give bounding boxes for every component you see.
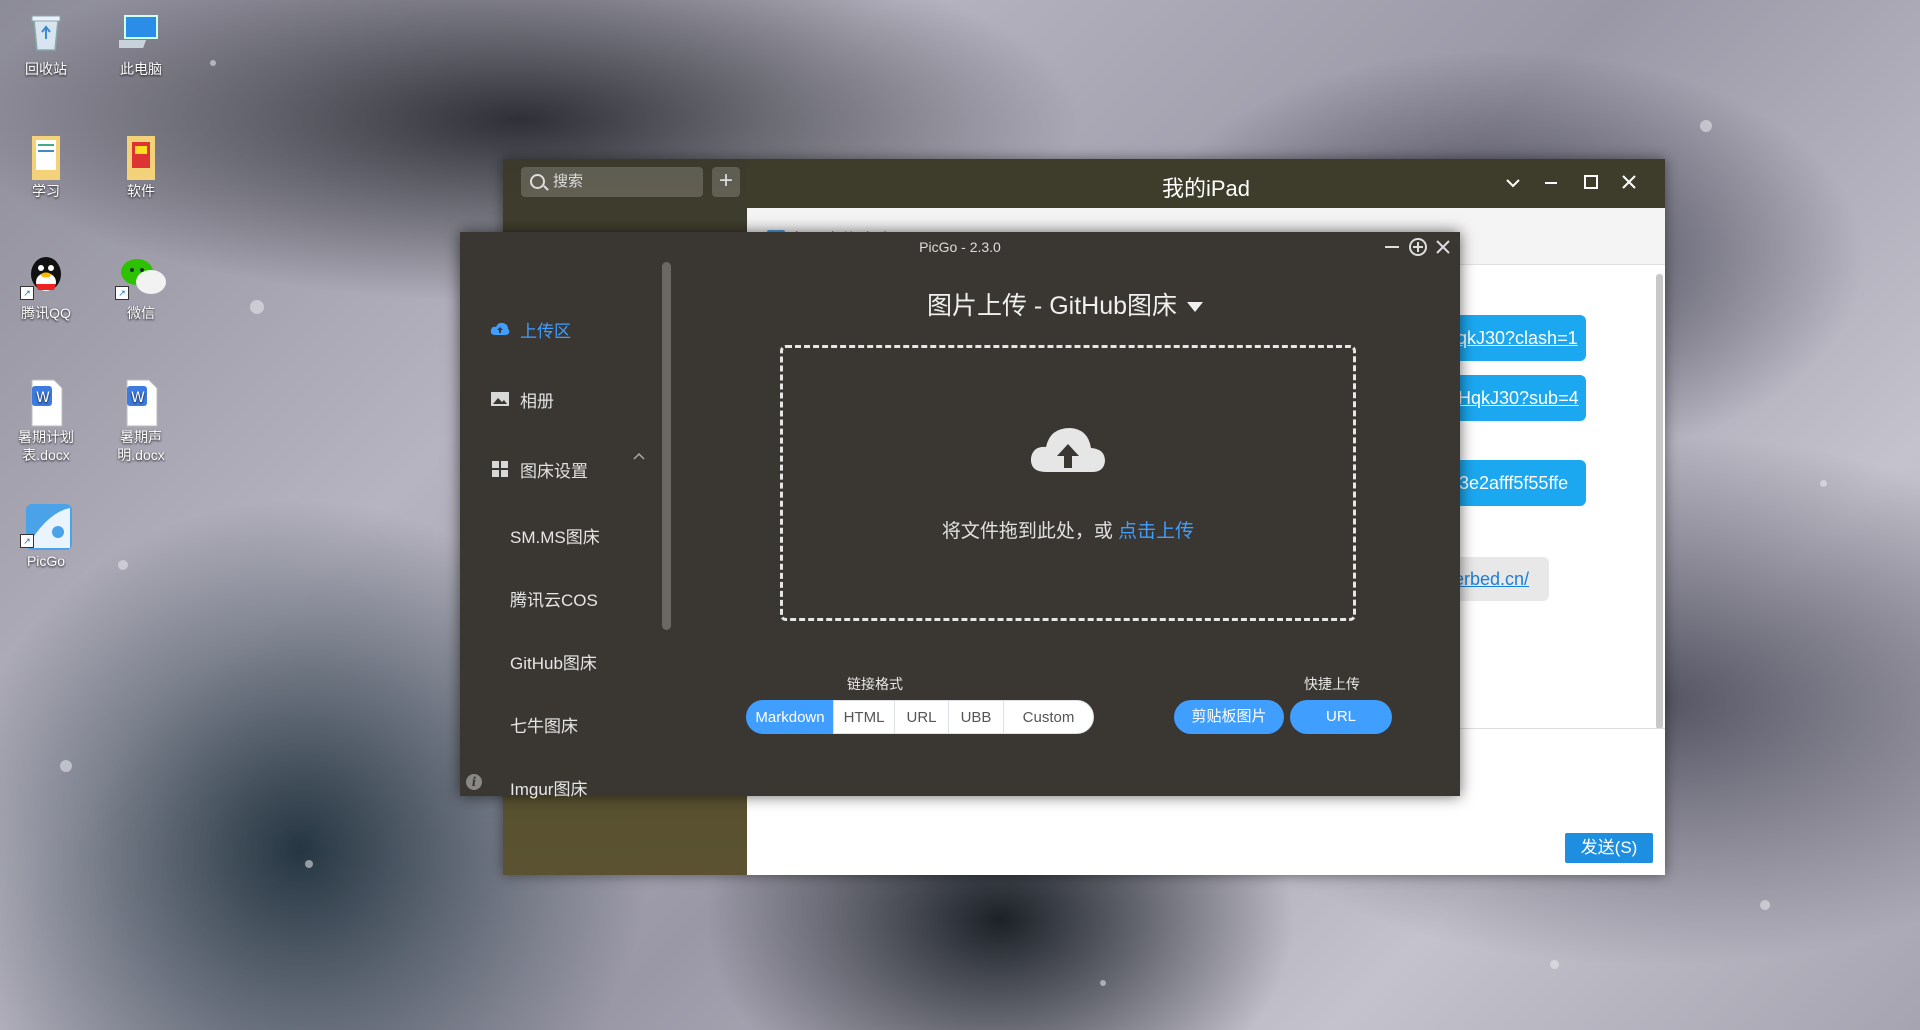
desktop-icon-this-pc[interactable]: 此电脑 — [101, 10, 181, 78]
nav-github[interactable]: GitHub图床 — [510, 649, 597, 674]
nav-smms[interactable]: SM.MS图床 — [510, 523, 600, 548]
svg-text:W: W — [36, 390, 50, 406]
nav-qiniu[interactable]: 七牛图床 — [510, 712, 578, 737]
message-bubble[interactable]: GHqkJ30?sub=4 — [1444, 375, 1586, 421]
recycle-bin-icon — [24, 10, 68, 54]
minimize-button[interactable] — [1380, 235, 1404, 259]
desktop-icon-wechat[interactable]: ↗ 微信 — [101, 254, 181, 322]
message-bubble[interactable]: 9f3e2afff5f55ffe — [1444, 460, 1586, 506]
desktop-icon-statement-docx[interactable]: W 暑期声明.docx — [101, 378, 181, 464]
close-button[interactable] — [1431, 235, 1455, 259]
svg-text:W: W — [131, 390, 145, 406]
picgo-sidebar: 上传区 相册 图床设置 SM.MS图床 腾讯云COS GitHub图床 七牛图床… — [460, 262, 670, 799]
picgo-title: PicGo - 2.3.0 — [919, 239, 1001, 255]
folder-icon — [119, 132, 163, 180]
maximize-button[interactable] — [1577, 171, 1605, 195]
computer-icon — [115, 10, 163, 54]
desktop-icon-label: 回收站 — [25, 61, 67, 77]
desktop-icon-plan-docx[interactable]: W 暑期计划表.docx — [6, 378, 86, 464]
nav-gallery[interactable]: 相册 — [490, 387, 554, 412]
search-icon — [530, 174, 545, 189]
ipad-title-bar: 我的iPad — [747, 159, 1665, 208]
drop-instructions: 将文件拖到此处，或 点击上传 — [783, 516, 1353, 543]
nav-label: 上传区 — [520, 322, 571, 341]
search-input[interactable]: 搜索 — [521, 167, 703, 197]
info-icon[interactable]: i — [466, 774, 482, 790]
desktop-icon-qq[interactable]: ↗ 腾讯QQ — [6, 254, 86, 322]
search-placeholder: 搜索 — [553, 173, 584, 190]
nav-label: 相册 — [520, 392, 554, 411]
send-button[interactable]: 发送(S) — [1565, 833, 1653, 863]
link-format-label: 链接格式 — [847, 676, 903, 692]
image-icon — [490, 391, 510, 412]
drop-text: 将文件拖到此处，或 — [941, 521, 1119, 542]
format-markdown-button[interactable]: Markdown — [746, 700, 834, 734]
desktop-icon-label: 学习 — [32, 183, 60, 199]
shortcut-arrow-icon: ↗ — [20, 286, 34, 300]
format-ubb-button[interactable]: UBB — [948, 700, 1004, 734]
word-document-icon: W — [24, 378, 68, 427]
click-upload-link[interactable]: 点击上传 — [1118, 521, 1194, 542]
desktop-icon-recycle-bin[interactable]: 回收站 — [6, 10, 86, 78]
clipboard-upload-button[interactable]: 剪贴板图片 — [1174, 700, 1284, 734]
shortcut-arrow-icon: ↗ — [20, 534, 34, 548]
quick-upload-label: 快捷上传 — [1304, 676, 1360, 692]
desktop-icon-software-folder[interactable]: 软件 — [101, 132, 181, 200]
close-button[interactable] — [1615, 171, 1643, 195]
heading-text: 图片上传 - GitHub图床 — [926, 292, 1178, 320]
chat-scrollbar[interactable] — [1656, 274, 1663, 729]
window-title: 我的iPad — [1161, 176, 1251, 201]
message-bubble[interactable]: HqkJ30?clash=1 — [1444, 315, 1586, 361]
format-url-button[interactable]: URL — [894, 700, 949, 734]
wechat-icon: ↗ — [115, 254, 166, 300]
cloud-upload-icon — [490, 321, 510, 342]
minimize-button[interactable] — [1537, 171, 1565, 195]
add-button[interactable]: + — [712, 167, 740, 197]
shortcut-arrow-icon: ↗ — [115, 286, 129, 300]
format-html-button[interactable]: HTML — [833, 700, 895, 734]
nav-label: 图床设置 — [520, 462, 588, 481]
grid-icon — [490, 461, 510, 482]
link-format-group: Markdown HTML URL UBB Custom — [746, 700, 1094, 734]
desktop-icon-label: PicGo — [26, 553, 66, 569]
desktop-icon-label: 此电脑 — [120, 61, 162, 77]
dropdown-chevron-icon[interactable] — [1499, 171, 1527, 195]
desktop-icon-label: 软件 — [127, 183, 155, 199]
folder-icon — [24, 132, 68, 180]
nav-upload[interactable]: 上传区 — [490, 317, 571, 342]
picgo-app-icon: ↗ — [20, 502, 72, 550]
desktop-icon-picgo[interactable]: ↗ PicGo — [6, 502, 86, 570]
url-upload-button[interactable]: URL — [1290, 700, 1392, 734]
nav-tencent-cos[interactable]: 腾讯云COS — [510, 586, 598, 611]
format-custom-button[interactable]: Custom — [1003, 700, 1094, 734]
desktop-icon-label: 微信 — [127, 305, 155, 321]
nav-imgur[interactable]: Imgur图床 — [510, 775, 587, 800]
desktop-icon-label: 暑期计划表.docx — [18, 429, 74, 463]
chevron-up-icon[interactable] — [632, 450, 646, 464]
word-document-icon: W — [119, 378, 163, 427]
qq-penguin-icon: ↗ — [20, 254, 68, 300]
desktop-icon-study-folder[interactable]: 学习 — [6, 132, 86, 200]
desktop-icon-label: 暑期声明.docx — [117, 429, 165, 463]
desktop-icon-label: 腾讯QQ — [21, 305, 71, 321]
caret-down-icon — [1187, 302, 1204, 313]
upload-drop-zone[interactable]: 将文件拖到此处，或 点击上传 — [780, 345, 1356, 621]
nav-pic-bed-settings[interactable]: 图床设置 — [490, 457, 588, 482]
pin-top-button[interactable] — [1406, 235, 1430, 259]
upload-heading[interactable]: 图片上传 - GitHub图床 — [670, 286, 1460, 322]
cloud-upload-icon — [1028, 420, 1108, 480]
picgo-window: PicGo - 2.3.0 上传区 相册 图床设置 SM.MS图床 腾讯云COS — [460, 232, 1460, 799]
